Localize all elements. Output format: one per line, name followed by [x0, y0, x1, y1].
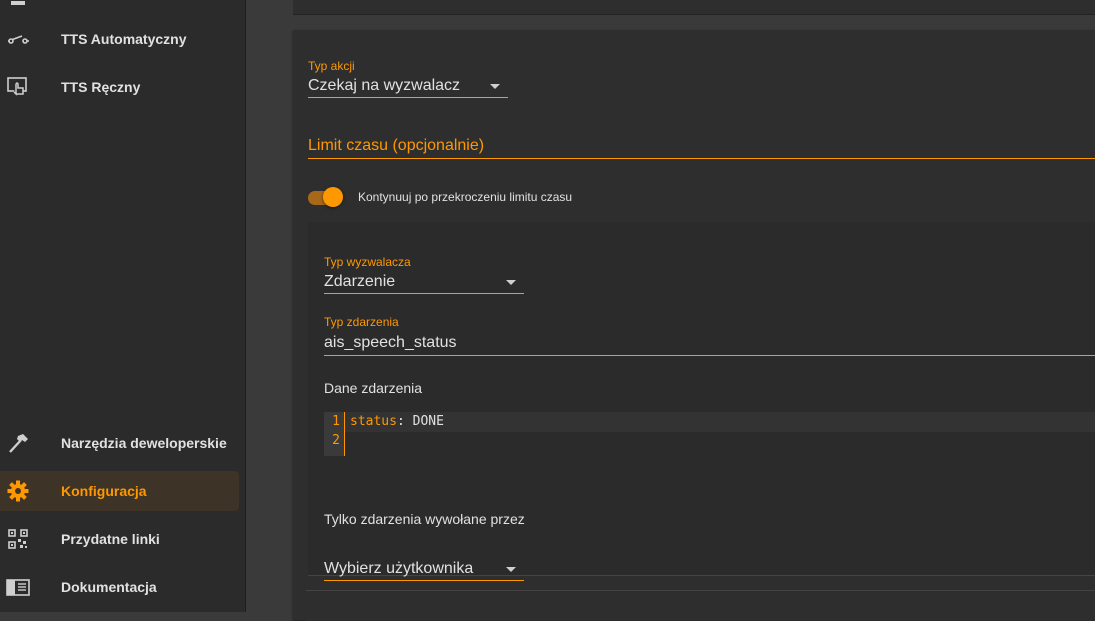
event-type-input[interactable]: ais_speech_status	[324, 334, 457, 352]
dropdown-caret-icon	[506, 567, 516, 572]
previous-card	[293, 0, 1095, 15]
code-gutter: 1 2	[324, 412, 345, 456]
sidebar: TTS Automatyczny TTS Ręczny Narzędzia de…	[0, 0, 246, 612]
book-icon	[6, 575, 30, 599]
code-value: DONE	[412, 414, 444, 429]
active-code-line	[345, 412, 1095, 432]
sidebar-item-label: Konfiguracja	[61, 483, 147, 499]
code-key: status	[350, 414, 397, 429]
sidebar-item-label: TTS Automatyczny	[61, 31, 187, 47]
line-number: 2	[332, 433, 340, 448]
sidebar-item-label: Przydatne linki	[61, 531, 160, 547]
code-separator: :	[396, 414, 413, 429]
toggle-thumb[interactable]	[323, 187, 343, 207]
user-select-value: Wybierz użytkownika	[324, 560, 474, 577]
sidebar-item-label: Narzędzia deweloperskie	[61, 435, 227, 451]
user-select-underline	[324, 580, 524, 581]
sidebar-item-tts-reczny[interactable]: TTS Ręczny	[0, 67, 245, 107]
sidebar-item-label: Dokumentacja	[61, 579, 157, 595]
sidebar-item-label: TTS Ręczny	[61, 79, 141, 95]
event-type-underline	[324, 355, 1095, 356]
sidebar-item-konfiguracja[interactable]: Konfiguracja	[0, 471, 239, 511]
dropdown-caret-icon	[490, 84, 500, 89]
event-data-label: Dane zdarzenia	[324, 380, 423, 396]
only-events-label: Tylko zdarzenia wywołane przez	[324, 511, 525, 527]
add-trigger-card	[306, 590, 1095, 621]
action-type-value: Czekaj na wyzwalacz	[308, 77, 461, 94]
timeout-underline	[308, 158, 1095, 159]
line-number: 1	[332, 414, 340, 429]
qr-code-icon	[6, 527, 30, 551]
continue-on-timeout-label: Kontynuuj po przekroczeniu limitu czasu	[358, 190, 573, 204]
action-type-label: Typ akcji	[308, 59, 355, 73]
main-content: Typ akcji Czekaj na wyzwalacz Limit czas…	[246, 0, 1095, 621]
sidebar-item-narzedzia-deweloperskie[interactable]: Narzędzia deweloperskie	[0, 423, 245, 463]
trigger-type-label: Typ wyzwalacza	[324, 255, 411, 269]
dropdown-caret-icon	[506, 280, 516, 285]
event-type-label: Typ zdarzenia	[324, 315, 399, 329]
trigger-card: Typ wyzwalacza Zdarzenie Typ zdarzenia a…	[308, 222, 1095, 581]
sidebar-item-tts-automatyczny[interactable]: TTS Automatyczny	[0, 19, 245, 59]
event-data-code-editor[interactable]: 1 2 status: DONE	[324, 412, 1095, 456]
sidebar-item-przydatne-linki[interactable]: Przydatne linki	[0, 519, 245, 559]
trigger-type-underline	[324, 293, 524, 294]
gear-icon	[6, 479, 30, 503]
hammer-icon	[6, 431, 30, 455]
toggle-switch-icon	[6, 27, 30, 51]
code-line-1: status: DONE	[350, 414, 444, 429]
action-type-underline	[308, 97, 508, 98]
timeout-label: Limit czasu (opcjonalnie)	[308, 137, 485, 154]
sidebar-item-dokumentacja[interactable]: Dokumentacja	[0, 567, 245, 607]
touch-screen-icon	[6, 75, 30, 99]
trigger-type-value: Zdarzenie	[324, 273, 396, 290]
action-card: Typ akcji Czekaj na wyzwalacz Limit czas…	[293, 30, 1095, 620]
